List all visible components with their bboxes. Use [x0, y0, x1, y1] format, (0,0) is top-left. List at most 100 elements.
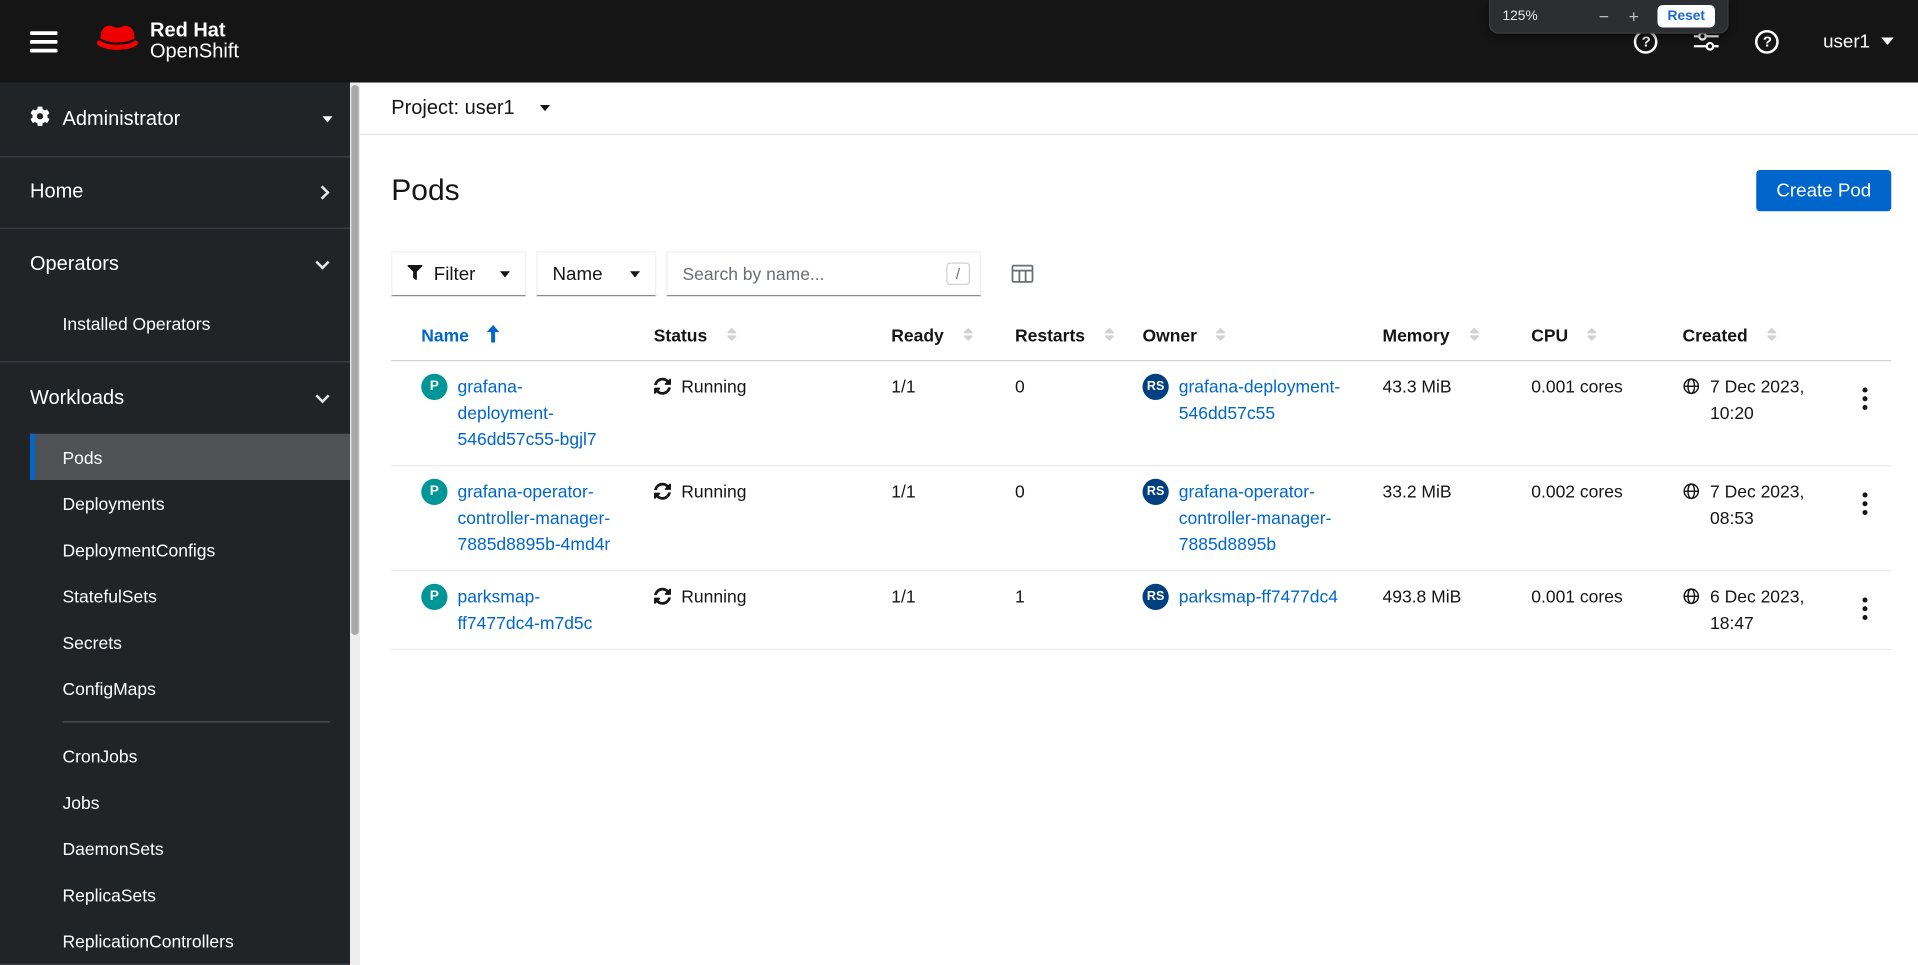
sidebar-item-jobs[interactable]: Jobs: [30, 779, 360, 825]
status-text: Running: [681, 586, 747, 607]
chevron-down-icon: [1881, 37, 1894, 45]
restarts-value: 0: [1015, 481, 1025, 502]
column-label: Created: [1682, 325, 1748, 345]
nav-toggle-button[interactable]: [30, 26, 60, 56]
brand-line2: OpenShift: [150, 41, 239, 63]
sidebar-item-replicationcontrollers[interactable]: ReplicationControllers: [30, 918, 360, 964]
sidebar-item-label: DaemonSets: [62, 838, 164, 859]
page-title: Pods: [391, 173, 460, 207]
sidebar-item-configmaps[interactable]: ConfigMaps: [30, 665, 360, 711]
column-header-created[interactable]: Created: [1652, 311, 1819, 362]
replicaset-badge: RS: [1142, 478, 1169, 505]
column-management-button[interactable]: [1011, 264, 1034, 284]
column-header-cpu[interactable]: CPU: [1501, 311, 1653, 362]
sidebar-item-home[interactable]: Home: [0, 158, 360, 229]
project-value: user1: [464, 96, 515, 119]
sliders-icon[interactable]: [1694, 31, 1720, 51]
column-header-ready[interactable]: Ready: [861, 311, 985, 362]
brand-logo[interactable]: Red Hat OpenShift: [95, 20, 239, 63]
kebab-menu-button[interactable]: [1853, 488, 1878, 521]
search-attribute-label: Name: [552, 263, 603, 285]
sidebar-item-label: CronJobs: [62, 745, 138, 766]
kebab-menu-button[interactable]: [1853, 593, 1878, 626]
sidebar-item-installed-operators[interactable]: Installed Operators: [30, 300, 360, 346]
table-row: P grafana-deployment-546dd57c55-bgjl7 Ru…: [391, 360, 1892, 467]
page-header: Pods Create Pod: [391, 170, 1892, 212]
sidebar-item-statefulsets[interactable]: StatefulSets: [30, 573, 360, 619]
sidebar-item-daemonsets[interactable]: DaemonSets: [30, 825, 360, 871]
sidebar-item-secrets[interactable]: Secrets: [30, 619, 360, 665]
pod-name-link[interactable]: grafana-operator-controller-manager-7885…: [458, 479, 614, 558]
replicaset-badge: RS: [1142, 373, 1169, 400]
cpu-value: 0.002 cores: [1531, 481, 1623, 502]
kebab-menu-button[interactable]: [1853, 383, 1878, 416]
memory-value: 493.8 MiB: [1382, 586, 1462, 607]
sidebar-item-deployments[interactable]: Deployments: [30, 480, 360, 526]
sidebar-section-operators: Operators Installed Operators: [0, 229, 360, 363]
filter-dropdown[interactable]: Filter: [391, 251, 527, 297]
created-value: 6 Dec 2023, 18:47: [1710, 586, 1805, 633]
cpu-value: 0.001 cores: [1531, 586, 1623, 607]
pod-badge: P: [421, 373, 448, 400]
perspective-switcher[interactable]: Administrator: [0, 83, 360, 158]
main-content: Pods Create Pod Filter Name /: [360, 135, 1918, 965]
filter-icon: [407, 263, 423, 284]
owner-link[interactable]: grafana-deployment-546dd57c55: [1179, 374, 1343, 427]
browser-zoom-popup: 125% − + Reset: [1488, 0, 1729, 34]
chevron-down-icon: [630, 270, 640, 277]
column-header-actions: [1818, 311, 1892, 362]
redhat-logo-icon: [95, 21, 140, 62]
search-input[interactable]: [682, 263, 946, 284]
create-pod-button[interactable]: Create Pod: [1756, 170, 1892, 212]
sidebar-item-label: Jobs: [62, 791, 100, 812]
sidebar-item-label: Workloads: [30, 386, 125, 409]
chevron-down-icon: [322, 116, 333, 123]
pod-name-link[interactable]: grafana-deployment-546dd57c55-bgjl7: [458, 374, 614, 453]
table-header-row: Name Status Ready Restarts Owner Memory …: [391, 311, 1892, 362]
column-header-restarts[interactable]: Restarts: [985, 311, 1114, 362]
sidebar-item-label: StatefulSets: [62, 585, 157, 606]
sidebar-item-operators[interactable]: Operators: [0, 229, 360, 300]
sidebar-item-cronjobs[interactable]: CronJobs: [30, 733, 360, 779]
user-menu[interactable]: user1: [1823, 31, 1894, 52]
scrollbar-thumb[interactable]: [351, 85, 359, 635]
sidebar-scrollbar[interactable]: [350, 82, 360, 965]
sort-icon: [1467, 326, 1481, 346]
chevron-down-icon: [539, 105, 550, 112]
sort-icon: [725, 326, 739, 346]
created-value: 7 Dec 2023, 10:20: [1710, 376, 1805, 423]
sidebar-item-replicasets[interactable]: ReplicaSets: [30, 871, 360, 917]
sidebar-item-workloads[interactable]: Workloads: [0, 363, 360, 434]
chevron-down-icon: [315, 388, 330, 403]
sync-icon: [654, 374, 672, 403]
column-header-memory[interactable]: Memory: [1352, 311, 1502, 362]
sidebar-item-label: DeploymentConfigs: [62, 539, 216, 560]
globe-icon: [1683, 584, 1701, 613]
column-header-name[interactable]: Name: [391, 311, 624, 362]
column-header-status[interactable]: Status: [623, 311, 862, 362]
zoom-in-button[interactable]: +: [1623, 8, 1646, 26]
column-label: Owner: [1142, 325, 1197, 345]
owner-link[interactable]: grafana-operator-controller-manager-7885…: [1179, 479, 1343, 558]
nav-divider: [62, 721, 330, 723]
pods-table: Name Status Ready Restarts Owner Memory …: [391, 311, 1892, 650]
sidebar-item-label: ConfigMaps: [62, 678, 156, 699]
search-attribute-dropdown[interactable]: Name: [536, 251, 657, 297]
sidebar-item-label: Deployments: [62, 493, 165, 514]
memory-value: 33.2 MiB: [1382, 481, 1452, 502]
sidebar-item-label: Pods: [62, 446, 103, 467]
sort-icon: [961, 326, 975, 346]
table-row: P grafana-operator-controller-manager-78…: [391, 465, 1892, 572]
help-icon[interactable]: ?: [1755, 29, 1780, 54]
owner-link[interactable]: parksmap-ff7477dc4: [1179, 584, 1338, 610]
project-selector[interactable]: Project: user1: [391, 96, 550, 120]
column-header-owner[interactable]: Owner: [1112, 311, 1353, 362]
pod-name-link[interactable]: parksmap-ff7477dc4-m7d5c: [458, 584, 614, 637]
column-label: CPU: [1531, 325, 1569, 345]
sidebar-item-pods[interactable]: Pods: [30, 433, 360, 480]
zoom-reset-button[interactable]: Reset: [1657, 5, 1715, 28]
sidebar-item-label: Installed Operators: [62, 313, 211, 334]
zoom-out-button[interactable]: −: [1593, 8, 1616, 26]
globe-icon: [1683, 374, 1701, 403]
sidebar-item-deploymentconfigs[interactable]: DeploymentConfigs: [30, 526, 360, 572]
